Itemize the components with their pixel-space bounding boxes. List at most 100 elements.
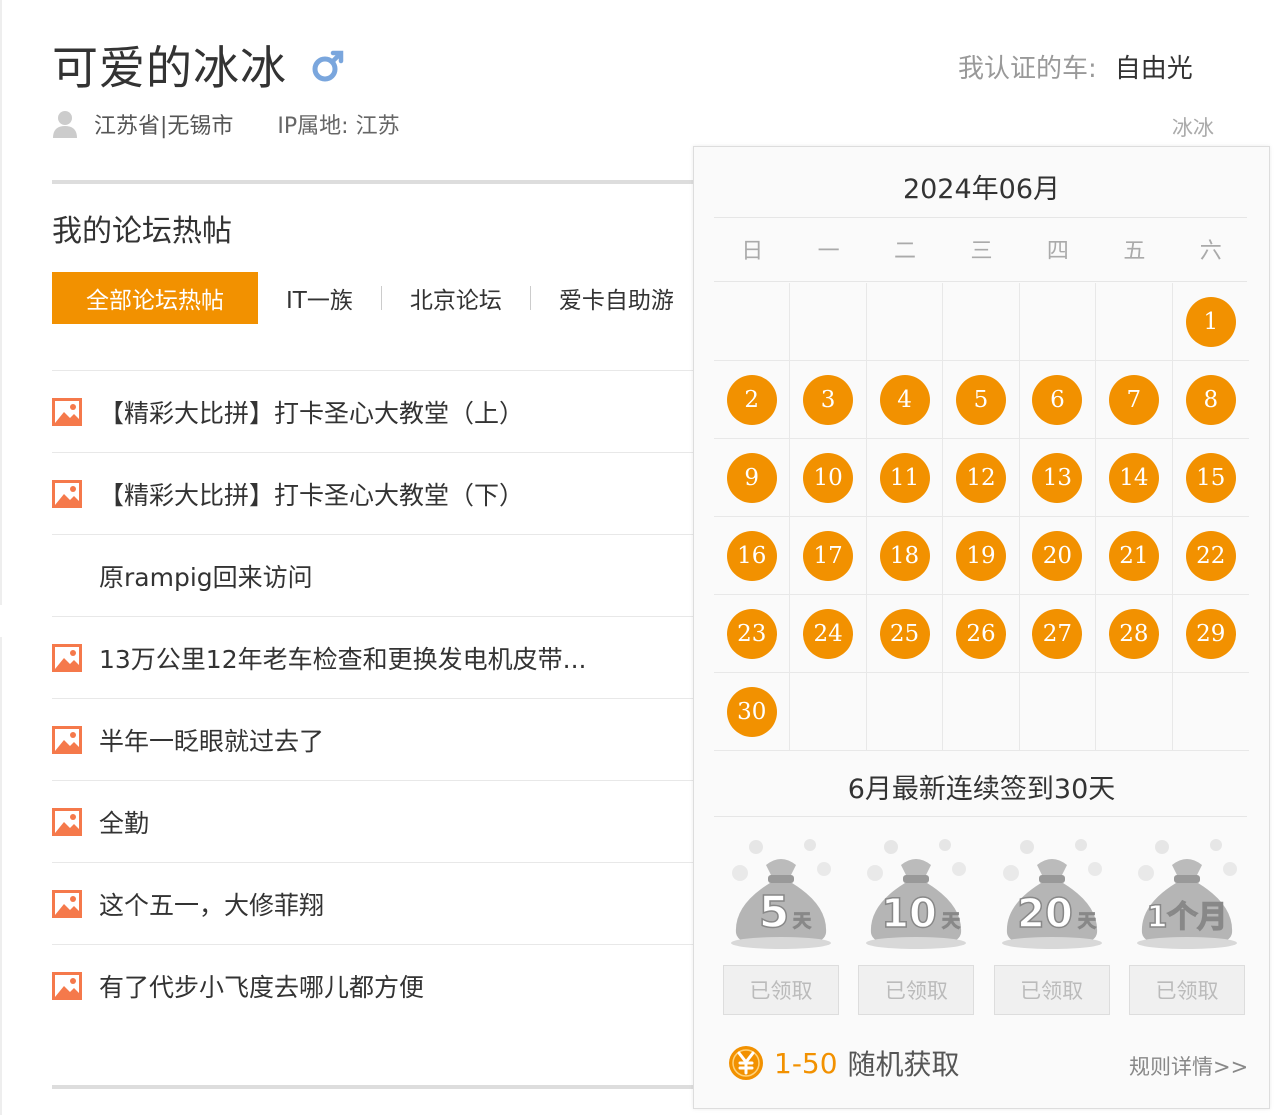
calendar-month: 2024年06月	[902, 174, 1061, 205]
checked-in-day: 29	[1185, 608, 1236, 659]
checked-in-day: 10	[803, 452, 854, 503]
checked-in-day: 17	[803, 530, 854, 581]
post-item[interactable]: 【精彩大比拼】打卡圣心大教堂（上）	[52, 370, 712, 452]
claimed-button[interactable]: 已领取	[858, 965, 975, 1015]
bag-amount: 1个月	[1147, 900, 1228, 935]
profile-meta: 江苏省|无锡市 IP属地: 江苏	[52, 108, 400, 140]
certified-car: 我认证的车: 自由光	[958, 48, 1193, 85]
image-post-icon	[52, 479, 82, 508]
bag-unit: 天	[1078, 911, 1097, 932]
money-bag-icon: 20 天	[1001, 839, 1102, 949]
post-title[interactable]: 【精彩大比拼】打卡圣心大教堂（下）	[99, 476, 524, 512]
checked-in-day: 8	[1185, 374, 1236, 425]
weekday-label: 四	[1046, 239, 1069, 264]
checked-in-day: 9	[726, 452, 777, 503]
weekday-label: 一	[817, 239, 840, 264]
post-item[interactable]: 有了代步小飞度去哪儿都方便	[52, 944, 712, 1026]
calendar-empty-cell	[866, 283, 944, 361]
checked-in-day: 7	[1108, 374, 1159, 425]
image-post-icon	[52, 397, 82, 426]
post-title[interactable]: 全勤	[99, 804, 149, 840]
calendar-day-cell: 6	[1019, 361, 1097, 439]
tab-beijing-forum[interactable]: 北京论坛	[382, 281, 530, 315]
post-title[interactable]: 半年一眨眼就过去了	[99, 722, 324, 758]
car-value-link[interactable]: 自由光	[1115, 54, 1193, 84]
checked-in-day: 6	[1032, 374, 1083, 425]
calendar-day-cell: 1	[1172, 283, 1249, 361]
checked-in-day: 22	[1185, 530, 1236, 581]
checked-in-day: 16	[726, 530, 777, 581]
checked-in-day: 2	[726, 374, 777, 425]
post-title[interactable]: 【精彩大比拼】打卡圣心大教堂（上）	[99, 394, 524, 430]
weekday-label: 二	[894, 239, 917, 264]
checked-in-day: 11	[879, 452, 930, 503]
post-title[interactable]: 有了代步小飞度去哪儿都方便	[99, 968, 424, 1004]
post-item[interactable]: 13万公里12年老车检查和更换发电机皮带...	[52, 616, 712, 698]
checkin-calendar-popup: 2024年06月 日一二三四五六 1 2 3 4 5 6 7 8 9 10 11 12 13 14 15 16…	[693, 146, 1270, 1109]
car-label: 我认证的车:	[958, 54, 1097, 84]
claimed-button[interactable]: 已领取	[993, 965, 1110, 1015]
post-title[interactable]: 这个五一，大修菲翔	[99, 886, 324, 922]
weekday-label: 三	[970, 239, 993, 264]
bag-amount: 5	[759, 887, 790, 938]
calendar-day-cell: 4	[866, 361, 944, 439]
post-item[interactable]: 【精彩大比拼】打卡圣心大教堂（下）	[52, 452, 712, 534]
section-title: 我的论坛热帖	[52, 214, 232, 249]
calendar-day-cell: 11	[866, 439, 944, 517]
rules-detail-link[interactable]: 规则详情>>	[1129, 1051, 1248, 1081]
money-bag-icon: 5天	[731, 839, 831, 949]
calendar-day-cell: 8	[1172, 361, 1249, 439]
nickname-link[interactable]: 冰冰	[1172, 112, 1214, 142]
calendar-day-cell: 24	[790, 595, 867, 673]
money-bag-icon: 1个月	[1136, 839, 1237, 949]
calendar-day-cell: 10	[790, 439, 867, 517]
calendar-day-cell: 5	[943, 361, 1020, 439]
tab-self-drive[interactable]: 爱卡自助游	[531, 281, 702, 315]
calendar-empty-cell	[943, 283, 1020, 361]
calendar-day-cell: 23	[714, 595, 791, 673]
calendar-day-cell: 17	[790, 517, 867, 595]
divider	[714, 217, 1247, 218]
calendar-grid: 1 2 3 4 5 6 7 8 9 10 11 12 13 14 15 16 17 18 19 20 21 22 23 24 2…	[714, 283, 1249, 751]
post-item[interactable]: 原rampig回来访问	[52, 534, 712, 616]
checked-in-day: 5	[955, 374, 1006, 425]
bag-unit: 天	[793, 911, 812, 932]
image-post-icon	[52, 643, 82, 672]
calendar-empty-cell	[790, 283, 867, 361]
post-title[interactable]: 13万公里12年老车检查和更换发电机皮带...	[99, 640, 586, 676]
checked-in-day: 27	[1032, 608, 1083, 659]
calendar-empty-cell	[714, 283, 791, 361]
divider	[714, 816, 1247, 817]
tab-all-hot-posts[interactable]: 全部论坛热帖	[52, 272, 258, 324]
tab-it-family[interactable]: IT一族	[258, 281, 381, 315]
checked-in-day: 4	[879, 374, 930, 425]
post-item[interactable]: 半年一眨眼就过去了	[52, 698, 712, 780]
image-post-icon	[52, 807, 82, 836]
weekday-label: 日	[741, 239, 764, 264]
calendar-day-cell: 15	[1172, 439, 1249, 517]
left-border	[0, 0, 2, 605]
image-post-icon	[52, 725, 82, 754]
image-post-icon	[52, 889, 82, 918]
left-border-lower	[0, 637, 2, 1115]
person-icon	[53, 111, 77, 138]
calendar-day-cell: 12	[943, 439, 1020, 517]
male-icon	[312, 50, 344, 82]
post-item[interactable]: 全勤	[52, 780, 712, 862]
calendar-day-cell: 25	[866, 595, 944, 673]
checked-in-day: 14	[1108, 452, 1159, 503]
reward-list: 5 天已领取 10 天已领取 20 天已领取 1个月 已领取	[722, 835, 1246, 1015]
reward-item: 20 天已领取	[993, 835, 1111, 1015]
claimed-button[interactable]: 已领取	[1128, 965, 1245, 1015]
post-title[interactable]: 原rampig回来访问	[99, 558, 313, 594]
claimed-button[interactable]: 已领取	[723, 965, 839, 1015]
checked-in-day: 15	[1185, 452, 1236, 503]
calendar-day-cell: 9	[714, 439, 791, 517]
section-divider	[52, 180, 712, 184]
post-item[interactable]: 这个五一，大修菲翔	[52, 862, 712, 944]
calendar-day-cell: 26	[943, 595, 1020, 673]
checked-in-day: 25	[879, 608, 930, 659]
checked-in-day: 24	[803, 608, 854, 659]
reward-item: 1个月已领取	[1128, 835, 1246, 1015]
calendar-empty-cell	[1019, 283, 1097, 361]
